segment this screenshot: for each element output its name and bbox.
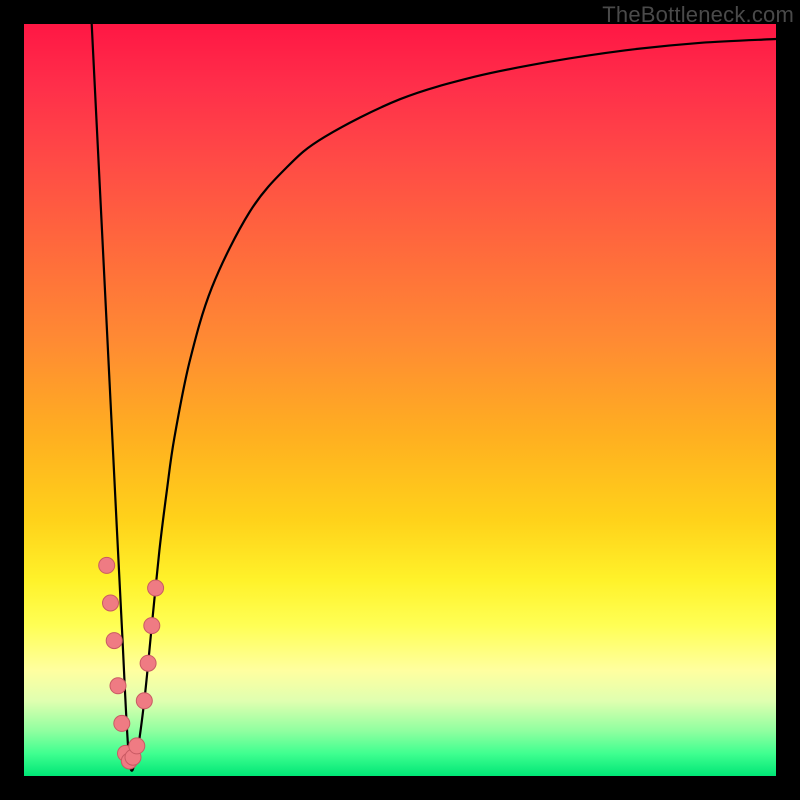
data-marker xyxy=(129,738,145,754)
data-marker xyxy=(99,557,115,573)
bottleneck-curve xyxy=(92,24,776,771)
data-marker xyxy=(110,678,126,694)
data-marker xyxy=(144,618,160,634)
marker-group xyxy=(99,557,164,769)
plot-area xyxy=(24,24,776,776)
data-marker xyxy=(106,633,122,649)
data-marker xyxy=(148,580,164,596)
data-marker xyxy=(140,655,156,671)
data-marker xyxy=(136,693,152,709)
data-marker xyxy=(114,715,130,731)
chart-svg xyxy=(24,24,776,776)
watermark-text: TheBottleneck.com xyxy=(602,2,794,28)
data-marker xyxy=(103,595,119,611)
chart-frame: TheBottleneck.com xyxy=(0,0,800,800)
